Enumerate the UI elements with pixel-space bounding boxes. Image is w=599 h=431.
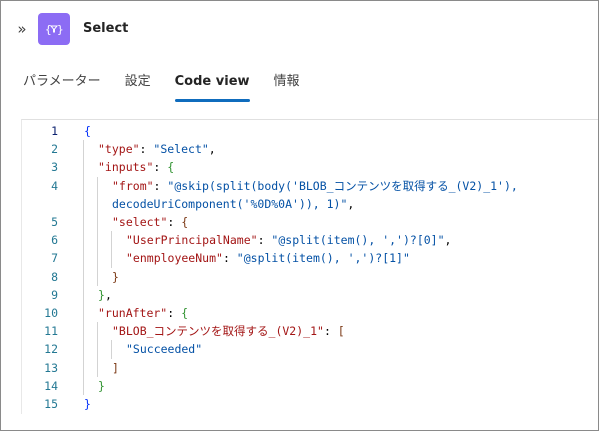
indent-guide [97, 322, 98, 377]
code-line: 4 "from": "@skip(split(body('BLOB_コンテンツを取… [22, 177, 598, 195]
tab-list: パラメーター 設定 Code view 情報 [23, 73, 324, 103]
line-number: 3 [51, 160, 58, 175]
line-number: 1 [51, 124, 58, 138]
code-text: { [84, 124, 91, 138]
code-text: } [112, 269, 119, 284]
code-line: 12 "Succeeded" [22, 340, 598, 358]
code-text: "runAfter": { [98, 306, 189, 320]
code-text: "inputs": { [98, 160, 175, 175]
code-text: ] [112, 360, 119, 375]
line-number: 4 [51, 178, 58, 193]
code-line: 10 "runAfter": { [22, 304, 598, 322]
line-number: 10 [44, 306, 58, 320]
code-text: "BLOB_コンテンツを取得する_(V2)_1": [ [112, 324, 345, 339]
code-text: "type": "Select", [98, 142, 216, 157]
code-text: "enmployeeNum": "@split(item(), ',')?[1]… [126, 251, 410, 266]
code-text: } [84, 397, 91, 411]
line-number: 9 [51, 287, 58, 302]
code-line: 8} [22, 268, 598, 286]
code-text: } [98, 378, 105, 393]
indent-guide [111, 340, 112, 359]
indent-guide [97, 176, 98, 286]
code-line: 3 "inputs": { [22, 158, 598, 176]
action-details-panel: » { } Select パラメーター 設定 Code view 情報 1{2 "… [0, 0, 599, 431]
line-number: 15 [44, 397, 58, 411]
code-text: "UserPrincipalName": "@split(item(), ','… [126, 233, 452, 248]
tab-settings[interactable]: 設定 [125, 73, 151, 103]
code-text: decodeUriComponent('%0D%0A')), 1)", [112, 196, 355, 211]
code-line: 7 "enmployeeNum": "@split(item(), ',')?[1… [22, 249, 598, 267]
svg-text:}: } [57, 23, 63, 36]
double-chevron-right-icon[interactable]: » [13, 20, 31, 38]
select-data-operation-icon: { } [38, 13, 70, 45]
code-line: 14} [22, 377, 598, 395]
code-line: decodeUriComponent('%0D%0A')), 1)", [22, 195, 598, 213]
code-text: "from": "@skip(split(body('BLOB_コンテンツを取得… [112, 178, 518, 193]
line-number: 2 [51, 142, 58, 157]
code-line: 9}, [22, 286, 598, 304]
panel-header: » { } Select [1, 1, 598, 59]
code-editor[interactable]: 1{2 "type": "Select", 3 "inputs": {4 "from":… [21, 119, 598, 414]
code-text: "select": { [112, 215, 189, 229]
line-number: 13 [44, 360, 58, 375]
code-line: 5 "select": { [22, 213, 598, 231]
code-line: 2 "type": "Select", [22, 140, 598, 158]
code-line: 15} [22, 395, 598, 413]
indent-guide [111, 231, 112, 268]
action-title: Select [83, 21, 129, 36]
line-number: 7 [51, 251, 58, 266]
indent-guide [83, 140, 84, 395]
line-number: 12 [44, 342, 58, 357]
code-line: 13] [22, 359, 598, 377]
line-number: 5 [51, 215, 58, 229]
svg-text:{: { [45, 23, 52, 36]
tab-parameters[interactable]: パラメーター [23, 73, 101, 103]
line-number: 6 [51, 233, 58, 248]
code-line: 11 "BLOB_コンテンツを取得する_(V2)_1": [ [22, 322, 598, 340]
code-line: 1{ [22, 122, 598, 140]
line-number: 14 [44, 378, 58, 393]
line-number: 8 [51, 269, 58, 284]
tab-info[interactable]: 情報 [274, 73, 300, 103]
code-line: 6 "UserPrincipalName": "@split(item(), ',… [22, 231, 598, 249]
code-text: }, [98, 287, 112, 302]
tab-code-view[interactable]: Code view [174, 73, 250, 103]
code-text: "Succeeded" [126, 342, 203, 357]
line-number: 11 [44, 324, 58, 339]
